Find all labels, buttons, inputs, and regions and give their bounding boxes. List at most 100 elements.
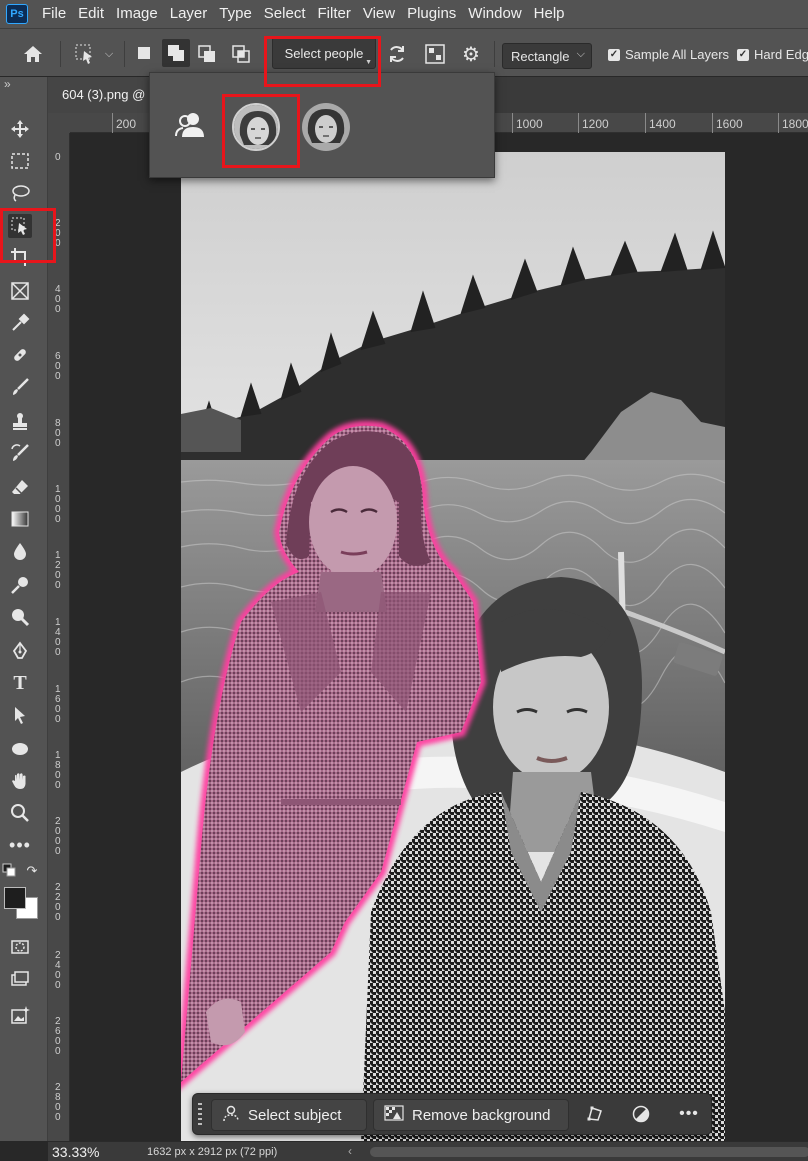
people-icon[interactable]	[174, 109, 206, 141]
ruler-label: 1600	[55, 684, 61, 725]
add-to-selection-icon[interactable]	[162, 39, 190, 67]
ruler-label: 1800	[55, 750, 61, 791]
stamp-icon[interactable]	[8, 409, 32, 433]
color-swatches[interactable]	[4, 887, 38, 919]
document-image[interactable]	[181, 152, 725, 1141]
transform-selection-icon[interactable]	[583, 1102, 607, 1126]
ruler-label: 600	[55, 351, 61, 382]
select-subject-icon	[222, 1104, 240, 1126]
ruler-label: 2800	[55, 1082, 61, 1123]
subtract-from-selection-icon[interactable]	[196, 43, 218, 65]
ruler-label: 2400	[55, 950, 61, 991]
ellipse-icon[interactable]	[8, 737, 32, 761]
sample-all-layers-label: Sample All Layers	[625, 47, 730, 62]
document-size: 1632 px x 2912 px (72 ppi)	[147, 1146, 278, 1158]
home-icon[interactable]	[20, 43, 46, 65]
ruler-label: 1000	[55, 484, 61, 525]
ruler-label: 400	[55, 284, 61, 315]
foreground-color-swatch[interactable]	[4, 887, 26, 909]
mode-select[interactable]: Rectangle ⌵	[502, 43, 592, 69]
scroll-left-icon[interactable]: ‹	[348, 1144, 352, 1158]
smudge-icon[interactable]	[8, 605, 32, 629]
canvas-area[interactable]	[70, 133, 808, 1141]
gradient-icon[interactable]	[8, 507, 32, 531]
healing-icon[interactable]	[8, 343, 32, 367]
ruler-label: 1000	[516, 117, 543, 131]
contextual-task-bar: Select subject Remove background •••	[192, 1093, 712, 1135]
history-brush-icon[interactable]	[8, 441, 32, 465]
ruler-label: 0	[55, 152, 61, 163]
hard-edge-label: Hard Edge	[754, 47, 808, 62]
ruler-label: 200	[116, 117, 137, 131]
generative-fill-icon[interactable]	[8, 1003, 32, 1027]
menu-file[interactable]: File	[36, 0, 72, 28]
zoom-icon[interactable]	[8, 801, 32, 825]
menu-help[interactable]: Help	[528, 0, 571, 28]
brush-icon[interactable]	[8, 375, 32, 399]
ruler-label: 2600	[55, 1016, 61, 1057]
mode-value: Rectangle	[511, 48, 570, 64]
ruler-label: 1200	[582, 117, 609, 131]
pen-icon[interactable]	[8, 639, 32, 663]
intersect-selection-icon[interactable]	[230, 43, 252, 65]
frame-icon[interactable]	[8, 279, 32, 303]
hard-edge-checkbox[interactable]: ✓ Hard Edge	[737, 47, 808, 62]
ruler-label: 2000	[55, 816, 61, 857]
crop-icon[interactable]	[8, 245, 32, 269]
menu-type[interactable]: Type	[213, 0, 258, 28]
swap-colors-icon[interactable]: ↷	[24, 863, 40, 879]
person-thumbnail[interactable]	[302, 103, 350, 151]
select-people-button[interactable]: Select people ▼	[272, 37, 376, 69]
menu-filter[interactable]: Filter	[312, 0, 357, 28]
menu-select[interactable]: Select	[258, 0, 312, 28]
refresh-icon[interactable]	[386, 43, 408, 65]
select-people-label: Select people	[284, 45, 364, 61]
ruler-label: 2200	[55, 882, 61, 923]
ruler-label: 1400	[649, 117, 676, 131]
menu-bar: Ps File Edit Image Layer Type Select Fil…	[0, 0, 808, 28]
zoom-level[interactable]: 33.33%	[52, 1144, 99, 1160]
marquee-icon[interactable]	[8, 149, 32, 173]
hand-icon[interactable]	[8, 769, 32, 793]
gear-icon[interactable]: ⚙	[460, 43, 482, 66]
select-subject-label: Select subject	[248, 1106, 342, 1124]
select-subject-button[interactable]: Select subject	[211, 1099, 367, 1131]
more-icon[interactable]: •••	[8, 833, 32, 857]
remove-background-button[interactable]: Remove background	[373, 1099, 569, 1131]
person-thumbnail[interactable]	[232, 103, 280, 151]
more-options-icon[interactable]: •••	[677, 1102, 701, 1126]
dodge-icon[interactable]	[8, 573, 32, 597]
blur-icon[interactable]	[8, 539, 32, 563]
menu-image[interactable]: Image	[110, 0, 164, 28]
eraser-icon[interactable]	[8, 475, 32, 499]
caret-down-icon: ▼	[365, 59, 372, 66]
drag-handle-icon[interactable]	[197, 1100, 203, 1130]
eyedropper-icon[interactable]	[8, 311, 32, 335]
sample-all-layers-checkbox[interactable]: ✓ Sample All Layers	[608, 47, 729, 62]
quick-mask-icon[interactable]	[8, 935, 32, 959]
path-select-icon[interactable]	[8, 703, 32, 727]
ruler-label: 1600	[716, 117, 743, 131]
lasso-icon[interactable]	[8, 181, 32, 205]
select-all-objects-icon[interactable]	[424, 43, 446, 65]
move-icon[interactable]	[8, 117, 32, 141]
collapse-icon[interactable]: »	[4, 77, 11, 91]
object-selection-icon[interactable]	[8, 214, 32, 238]
ruler-label: 1400	[55, 617, 61, 658]
horizontal-scrollbar[interactable]	[370, 1147, 808, 1157]
default-colors-icon[interactable]	[2, 863, 16, 877]
photoshop-logo-icon[interactable]: Ps	[6, 4, 28, 24]
new-selection-icon[interactable]	[134, 43, 154, 63]
menu-layer[interactable]: Layer	[164, 0, 214, 28]
screen-mode-icon[interactable]	[8, 967, 32, 991]
document-tab[interactable]: 604 (3).png @	[48, 77, 156, 113]
type-icon[interactable]: T	[8, 671, 32, 695]
menu-window[interactable]: Window	[462, 0, 527, 28]
menu-edit[interactable]: Edit	[72, 0, 110, 28]
checkmark-icon: ✓	[608, 48, 620, 61]
menu-plugins[interactable]: Plugins	[401, 0, 462, 28]
mask-icon[interactable]	[629, 1102, 653, 1126]
object-selection-preset-icon[interactable]	[72, 41, 98, 67]
chevron-down-icon[interactable]: ⌵	[102, 47, 116, 61]
menu-view[interactable]: View	[357, 0, 401, 28]
